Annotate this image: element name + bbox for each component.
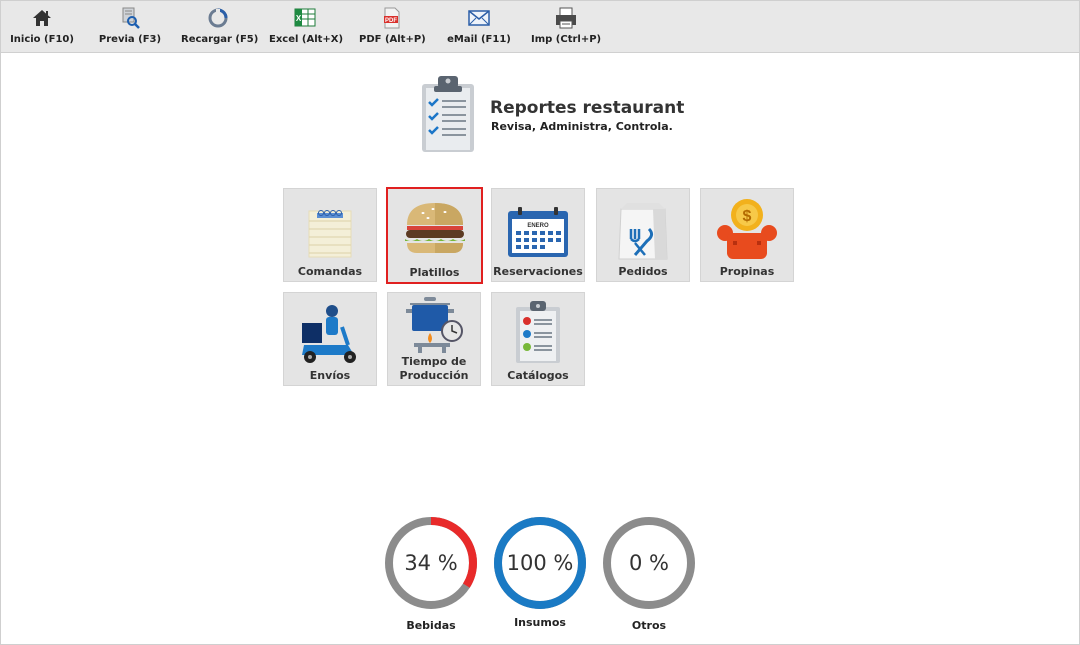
tile-label: Pedidos [618,265,668,278]
tile-comandas[interactable]: Comandas [283,188,377,282]
tile-label: Propinas [719,265,775,278]
window-border-left [0,51,1,645]
gauge-label: Bebidas [406,619,456,632]
preview-button-label: Previa (F3) [98,34,162,45]
excel-icon: X [294,8,316,27]
pdf-button[interactable]: PDF PDF (Alt+P) [359,1,426,52]
home-button[interactable]: Inicio (F10) [7,1,77,52]
home-button-label: Inicio (F10) [10,34,74,45]
excel-button-label: Excel (Alt+X) [269,34,344,45]
gauge-value: 100 % [506,551,574,575]
email-icon [468,10,490,26]
email-button[interactable]: eMail (F11) [445,1,513,52]
tile-catalogos[interactable]: Catálogos [491,292,585,386]
gauge-label: Insumos [514,616,566,629]
print-icon [556,7,576,29]
excel-button[interactable]: X Excel (Alt+X) [269,1,344,52]
print-button[interactable]: Imp (Ctrl+P) [531,1,601,52]
email-button-label: eMail (F11) [447,34,511,45]
svg-text:PDF: PDF [385,18,397,24]
catalog-clipboard-icon [516,301,560,363]
svg-text:ENERO: ENERO [527,223,549,229]
gauge-bebidas: 34 % [383,515,483,615]
tile-reservaciones[interactable]: ENERO Reservaciones [491,188,585,282]
print-button-label: Imp (Ctrl+P) [531,34,602,45]
tile-tiempo-produccion[interactable]: Tiempo de Producción [387,292,481,386]
gauge-insumos: 100 % [492,515,592,615]
page-subtitle: Revisa, Administra, Controla. [491,120,673,133]
clipboard-checklist-icon [422,76,474,152]
gauge-value: 34 % [404,551,458,575]
preview-button[interactable]: Previa (F3) [95,1,165,52]
tile-label-line2: Producción [399,369,469,382]
gauge-otros: 0 % [601,515,701,615]
tile-platillos[interactable]: Platillos [386,187,483,284]
home-icon [33,10,51,26]
takeout-bag-icon [618,203,668,260]
tile-pedidos[interactable]: Pedidos [596,188,690,282]
reload-icon [208,8,228,28]
svg-text:$: $ [743,208,752,225]
page-title: Reportes restaurant [490,98,685,118]
tile-label: Envíos [309,369,351,382]
notepad-icon [308,210,352,258]
tile-label-multiline: Tiempo de Producción [388,355,480,383]
pdf-icon: PDF [384,7,400,29]
toolbar: Inicio (F10) Previa (F3) Recargar (F5) X… [0,0,1080,53]
reload-button-label: Recargar (F5) [181,34,259,45]
svg-text:X: X [296,14,302,23]
gauge-value: 0 % [629,551,669,575]
tile-label: Comandas [297,265,363,278]
tile-label-line1: Tiempo de [401,355,467,368]
pdf-button-label: PDF (Alt+P) [359,34,426,45]
tile-label: Platillos [409,266,460,279]
tile-propinas[interactable]: $ Propinas [700,188,794,282]
preview-icon [122,7,140,29]
reload-button[interactable]: Recargar (F5) [181,1,259,52]
tip-coin-icon: $ [717,199,777,259]
gauge-label: Otros [631,619,667,632]
tile-label: Reservaciones [493,265,583,278]
burger-icon [404,203,465,253]
delivery-scooter-icon [302,305,356,363]
tile-envios[interactable]: Envíos [283,292,377,386]
cooking-pot-timer-icon [406,297,463,353]
calendar-icon: ENERO [508,207,568,257]
tile-label: Catálogos [507,369,569,382]
